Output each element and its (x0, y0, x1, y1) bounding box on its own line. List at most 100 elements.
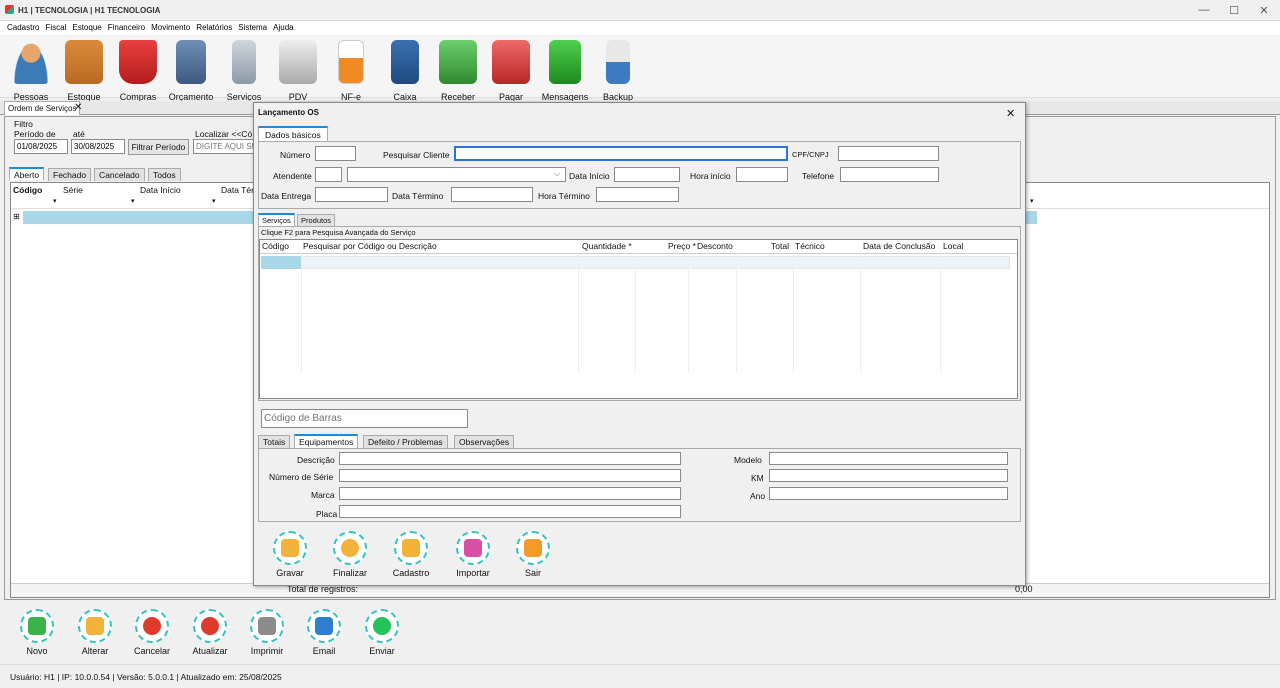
descricao-field[interactable] (339, 452, 681, 465)
toolbar-pessoas-button[interactable]: Pessoas (1, 36, 61, 102)
items-col-data-conclusao[interactable]: Data de Conclusão (863, 241, 935, 251)
row-indicator[interactable] (261, 256, 301, 269)
toolbar-estoque-button[interactable]: Estoque (54, 36, 114, 102)
toolbar-receber-button[interactable]: Receber (428, 36, 488, 102)
dialog-close-button[interactable]: ✕ (1006, 107, 1015, 120)
toolbar-caixa-button[interactable]: Caixa (375, 36, 435, 102)
menu-ajuda[interactable]: Ajuda (273, 21, 293, 35)
tab-observacoes[interactable]: Observações (454, 435, 515, 448)
barcode-field[interactable] (261, 409, 468, 428)
minimize-button[interactable]: — (1194, 4, 1214, 16)
chevron-down-icon[interactable]: ⌵ (554, 169, 560, 179)
data-termino-field[interactable] (451, 187, 533, 202)
toolbar-backup-button[interactable]: Backup (588, 36, 648, 102)
tab-aberto[interactable]: Aberto (9, 167, 45, 180)
printer-icon (250, 609, 284, 643)
toolbar-compras-button[interactable]: Compras (108, 36, 168, 102)
items-col-tecnico[interactable]: Técnico (795, 241, 825, 251)
tab-ordem-de-servicos[interactable]: Ordem de Serviços (4, 101, 81, 115)
tab-dados-basicos[interactable]: Dados básicos (258, 126, 328, 141)
tab-equipamentos[interactable]: Equipamentos (294, 434, 359, 449)
refresh-icon (193, 609, 227, 643)
filter-dropdown-icon[interactable]: ▾ (1030, 197, 1034, 205)
atualizar-button[interactable]: Atualizar (185, 609, 235, 656)
telefone-field[interactable] (840, 167, 939, 182)
grid-col-serie[interactable]: Série (63, 185, 83, 195)
filter-dropdown-icon[interactable]: ▾ (53, 197, 57, 205)
toolbar-pdv-button[interactable]: PDV (268, 36, 328, 102)
whatsapp-icon-glyph (373, 617, 391, 635)
hora-inicio-field[interactable] (736, 167, 788, 182)
toolbar-orcamento-button[interactable]: Orçamento (161, 36, 221, 102)
filter-dropdown-icon[interactable]: ▾ (212, 197, 216, 205)
toolbar-pagar-button[interactable]: Pagar (481, 36, 541, 102)
pesquisar-cliente-field[interactable] (454, 146, 788, 161)
menu-relatorios[interactable]: Relatórios (196, 21, 232, 35)
items-col-codigo[interactable]: Código (262, 241, 289, 251)
tab-servicos[interactable]: Serviços (258, 213, 295, 226)
toolbar-mensagens-button[interactable]: Mensagens (535, 36, 595, 102)
finalizar-button[interactable]: Finalizar (325, 531, 375, 578)
menu-financeiro[interactable]: Financeiro (108, 21, 145, 35)
period-to-label: até (73, 129, 85, 139)
items-col-local[interactable]: Local (943, 241, 963, 251)
cpf-cnpj-field[interactable] (838, 146, 939, 161)
col-divider (578, 252, 579, 372)
imprimir-button[interactable]: Imprimir (242, 609, 292, 656)
items-col-total[interactable]: Total (771, 241, 789, 251)
filter-period-button[interactable]: Filtrar Período (128, 139, 189, 155)
menu-sistema[interactable]: Sistema (238, 21, 267, 35)
email-button[interactable]: Email (299, 609, 349, 656)
data-entrega-field[interactable] (315, 187, 388, 202)
printer-icon-glyph (258, 617, 276, 635)
grid-col-data-termino[interactable]: Data Tér (221, 185, 254, 195)
novo-button[interactable]: Novo (12, 609, 62, 656)
items-col-preco[interactable]: Preço * (668, 241, 696, 251)
atendente-select[interactable] (347, 167, 566, 182)
tab-fechado[interactable]: Fechado (48, 168, 92, 181)
menu-movimento[interactable]: Movimento (151, 21, 190, 35)
date-from-field[interactable] (14, 139, 68, 154)
filter-dropdown-icon[interactable]: ▾ (131, 197, 135, 205)
atendente-code-field[interactable] (315, 167, 342, 182)
close-tab-icon[interactable]: ✕ (74, 102, 82, 113)
expand-row-icon[interactable]: ⊞ (13, 212, 20, 221)
toolbar-nfe-button[interactable]: NF-e (321, 36, 381, 102)
cancelar-button[interactable]: Cancelar (127, 609, 177, 656)
alterar-button[interactable]: Alterar (70, 609, 120, 656)
menu-cadastro[interactable]: Cadastro (7, 21, 39, 35)
ano-field[interactable] (769, 487, 1008, 500)
enviar-button[interactable]: Enviar (357, 609, 407, 656)
items-col-desconto[interactable]: Desconto (697, 241, 733, 251)
cadastro-button[interactable]: Cadastro (386, 531, 436, 578)
tab-totais[interactable]: Totais (258, 435, 291, 448)
menu-fiscal[interactable]: Fiscal (45, 21, 66, 35)
items-col-pesquisar[interactable]: Pesquisar por Código ou Descrição (303, 241, 437, 251)
boxes-icon (65, 40, 103, 84)
modelo-field[interactable] (769, 452, 1008, 465)
hora-termino-field[interactable] (596, 187, 679, 202)
grid-col-codigo[interactable]: Código (13, 185, 42, 195)
maximize-button[interactable]: ☐ (1224, 4, 1244, 17)
tab-cancelado[interactable]: Cancelado (94, 168, 145, 181)
date-to-field[interactable] (71, 139, 125, 154)
toolbar-servicos-button[interactable]: Serviços (214, 36, 274, 102)
numero-field[interactable] (315, 146, 356, 161)
grid-col-data-inicio[interactable]: Data Início (140, 185, 181, 195)
add-icon-glyph (28, 617, 46, 635)
tab-defeito-problemas[interactable]: Defeito / Problemas (363, 435, 448, 448)
gravar-button[interactable]: Gravar (265, 531, 315, 578)
items-col-quantidade[interactable]: Quantidade * (582, 241, 632, 251)
km-field[interactable] (769, 469, 1008, 482)
numero-serie-field[interactable] (339, 469, 681, 482)
menu-estoque[interactable]: Estoque (72, 21, 101, 35)
marca-field[interactable] (339, 487, 681, 500)
placa-label: Placa (316, 509, 338, 519)
email-icon-glyph (315, 617, 333, 635)
placa-field[interactable] (339, 505, 681, 518)
importar-button[interactable]: Importar (448, 531, 498, 578)
data-inicio-field[interactable] (614, 167, 680, 182)
sair-button[interactable]: Sair (508, 531, 558, 578)
close-window-button[interactable]: ✕ (1254, 4, 1274, 17)
tab-todos[interactable]: Todos (148, 168, 181, 181)
